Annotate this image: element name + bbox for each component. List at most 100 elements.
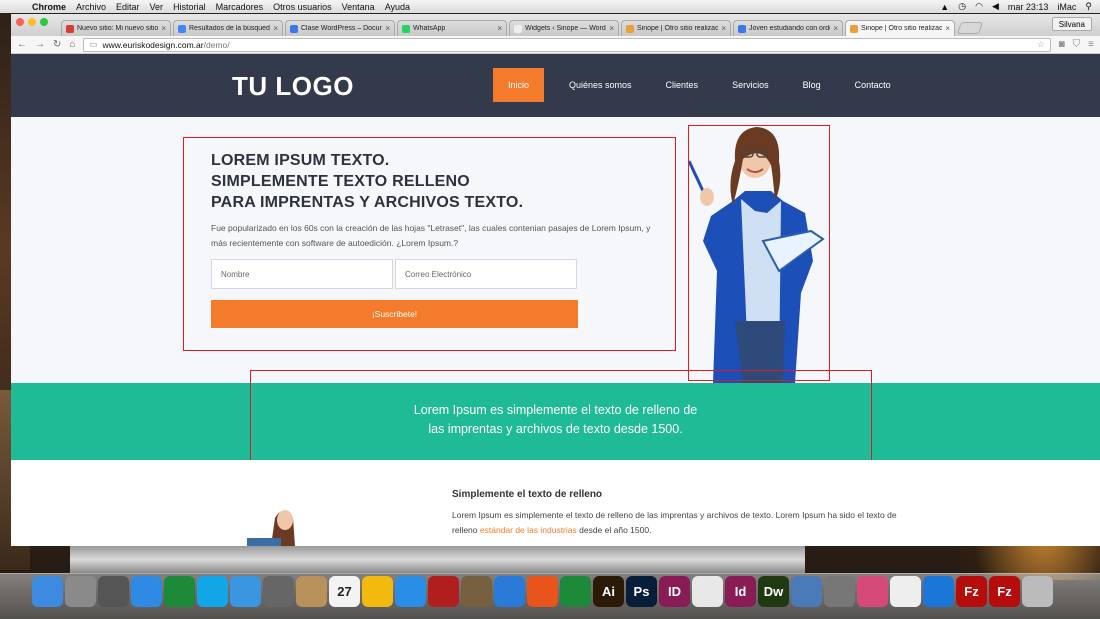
browser-tab[interactable]: Sinope | Otro sitio realizad × <box>621 20 731 36</box>
calendar-icon[interactable]: 27 <box>329 576 360 607</box>
minimize-window-icon[interactable] <box>28 18 36 26</box>
app-store-icon[interactable] <box>131 576 162 607</box>
close-tab-icon[interactable]: × <box>385 24 390 33</box>
menu-marcadores[interactable]: Marcadores <box>216 2 264 12</box>
contacts-icon[interactable] <box>296 576 327 607</box>
reload-icon[interactable]: ↻ <box>53 39 61 50</box>
user-profile-button[interactable]: Silvana <box>1051 17 1092 31</box>
unknown-icon[interactable] <box>857 576 888 607</box>
browser-tab[interactable]: Resultados de la búsqueda × <box>173 20 283 36</box>
nav-quienes-somos[interactable]: Quiénes somos <box>560 68 641 102</box>
name-input[interactable]: Nombre <box>211 259 393 289</box>
menu-historial[interactable]: Historial <box>173 2 206 12</box>
hero-title-line-1: LOREM IPSUM TEXTO. <box>211 152 390 169</box>
close-tab-icon[interactable]: × <box>161 24 166 33</box>
illustrator-icon[interactable]: Ai <box>593 576 624 607</box>
safari-icon[interactable] <box>230 576 261 607</box>
nav-contacto[interactable]: Contacto <box>846 68 900 102</box>
iphoto-icon[interactable] <box>461 576 492 607</box>
nav-servicios[interactable]: Servicios <box>723 68 778 102</box>
filezilla-icon[interactable]: Fz <box>989 576 1020 607</box>
spotlight-icon[interactable]: ⚲ <box>1085 1 1092 12</box>
menubar-computer[interactable]: iMac <box>1057 2 1076 12</box>
status-icon[interactable]: ▲ <box>940 2 949 12</box>
menu-ver[interactable]: Ver <box>150 2 164 12</box>
menubar-clock[interactable]: mar 23:13 <box>1008 2 1049 12</box>
address-bar[interactable]: ▭ www.euriskodesign.com.ar/demo/ ☆ <box>83 37 1051 52</box>
filezilla-icon[interactable]: Fz <box>956 576 987 607</box>
zoom-window-icon[interactable] <box>40 18 48 26</box>
nav-inicio[interactable]: Inicio <box>493 68 545 102</box>
textedit-icon[interactable] <box>890 576 921 607</box>
hero-title-line-3: PARA IMPRENTAS Y ARCHIVOS TEXTO. <box>211 194 524 211</box>
underlying-window <box>70 546 805 573</box>
subscribe-button[interactable]: ¡Suscribete! <box>211 300 578 328</box>
volume-icon[interactable]: ◀ <box>992 1 999 12</box>
close-tab-icon[interactable]: × <box>497 24 502 33</box>
photoshop-icon[interactable]: Ps <box>626 576 657 607</box>
photo-booth-icon[interactable] <box>428 576 459 607</box>
browser-tab[interactable]: Nuevo sitio: Mi nuevo sitio × <box>61 20 171 36</box>
word-icon[interactable] <box>494 576 525 607</box>
forward-icon[interactable]: → <box>35 39 45 50</box>
mission-control-icon[interactable] <box>98 576 129 607</box>
skype-icon[interactable] <box>197 576 228 607</box>
tab-favicon-icon <box>402 24 410 33</box>
menu-ayuda[interactable]: Ayuda <box>385 2 410 12</box>
indesign-icon[interactable]: ID <box>659 576 690 607</box>
close-tab-icon[interactable]: × <box>833 24 838 33</box>
industry-standard-link[interactable]: estándar de las industrias <box>480 525 577 535</box>
close-tab-icon[interactable]: × <box>273 24 278 33</box>
menu-archivo[interactable]: Archivo <box>76 2 106 12</box>
new-tab-button[interactable] <box>956 22 984 34</box>
close-tab-icon[interactable]: × <box>945 24 950 33</box>
trash-icon[interactable] <box>1022 576 1053 607</box>
tab-title: Sinope | Otro sitio realizad <box>861 25 943 32</box>
close-window-icon[interactable] <box>16 18 24 26</box>
home-icon[interactable]: ⌂ <box>69 39 75 50</box>
itunes-icon[interactable] <box>395 576 426 607</box>
menu-editar[interactable]: Editar <box>116 2 140 12</box>
menu-ventana[interactable]: Ventana <box>342 2 375 12</box>
back-icon[interactable]: ← <box>17 39 27 50</box>
tab-favicon-icon <box>66 24 74 33</box>
url-path: /demo/ <box>203 39 230 50</box>
menu-icon[interactable]: ≡ <box>1088 39 1094 50</box>
chrome-icon[interactable] <box>692 576 723 607</box>
menu-otros-usuarios[interactable]: Otros usuarios <box>273 2 332 12</box>
launchpad-icon[interactable] <box>65 576 96 607</box>
tab-favicon-icon <box>514 24 522 33</box>
email-input[interactable]: Correo Electrónico <box>395 259 577 289</box>
browser-tab[interactable]: WhatsApp × <box>397 20 507 36</box>
site-header: TU LOGO Inicio Quiénes somos Clientes Se… <box>11 54 1100 117</box>
clock-icon[interactable]: ◷ <box>958 1 966 12</box>
tab-favicon-icon <box>738 24 746 33</box>
menu-app[interactable]: Chrome <box>32 2 66 12</box>
powerpoint-icon[interactable] <box>527 576 558 607</box>
annotation-box-image <box>688 125 830 381</box>
indesign-icon[interactable]: Id <box>725 576 756 607</box>
site-logo[interactable]: TU LOGO <box>232 71 354 102</box>
finder-icon[interactable] <box>32 576 63 607</box>
browser-tab[interactable]: Joven estudiando con orde × <box>733 20 843 36</box>
excel-icon[interactable] <box>164 576 195 607</box>
extension-icon[interactable]: ◙ <box>1059 39 1065 50</box>
facetime-icon[interactable] <box>263 576 294 607</box>
teamviewer-icon[interactable] <box>923 576 954 607</box>
browser-tab[interactable]: Widgets ‹ Sinope — WordP × <box>509 20 619 36</box>
bookmark-star-icon[interactable]: ☆ <box>1037 39 1045 50</box>
nav-clientes[interactable]: Clientes <box>657 68 708 102</box>
hero-title-line-2: SIMPLEMENTE TEXTO RELLENO <box>211 173 470 190</box>
close-tab-icon[interactable]: × <box>721 24 726 33</box>
openoffice-icon[interactable] <box>362 576 393 607</box>
system-preferences-icon[interactable] <box>824 576 855 607</box>
preview-icon[interactable] <box>791 576 822 607</box>
excel-icon[interactable] <box>560 576 591 607</box>
pocket-icon[interactable]: ⛉ <box>1073 39 1081 50</box>
browser-tab[interactable]: Clase WordPress – Docum × <box>285 20 395 36</box>
close-tab-icon[interactable]: × <box>609 24 614 33</box>
dreamweaver-icon[interactable]: Dw <box>758 576 789 607</box>
wifi-icon[interactable]: ◠ <box>975 1 983 12</box>
nav-blog[interactable]: Blog <box>794 68 830 102</box>
browser-tab[interactable]: Sinope | Otro sitio realizad × <box>845 20 955 36</box>
